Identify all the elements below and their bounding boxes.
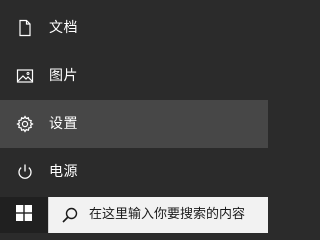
search-icon	[61, 206, 79, 224]
power-icon	[16, 163, 34, 181]
start-menu-label-settings: 设置	[49, 116, 78, 132]
start-menu-item-pictures[interactable]: 图片	[0, 52, 268, 100]
start-menu-label-pictures: 图片	[49, 68, 78, 84]
document-icon	[16, 19, 34, 37]
search-box[interactable]: 在这里输入你要搜索的内容	[48, 197, 268, 233]
start-menu: 文档 图片 设置 电源	[0, 0, 268, 197]
start-menu-item-documents[interactable]: 文档	[0, 4, 268, 52]
pictures-icon	[16, 67, 34, 85]
start-menu-item-power[interactable]: 电源	[0, 148, 268, 196]
taskbar: 在这里输入你要搜索的内容	[0, 197, 268, 233]
start-menu-item-settings[interactable]: 设置	[0, 100, 268, 148]
settings-gear-icon	[16, 115, 34, 133]
search-placeholder: 在这里输入你要搜索的内容	[89, 207, 246, 222]
start-menu-label-documents: 文档	[49, 20, 78, 36]
start-button[interactable]	[0, 197, 48, 233]
windows-logo-icon	[16, 205, 32, 225]
start-menu-label-power: 电源	[49, 164, 78, 180]
